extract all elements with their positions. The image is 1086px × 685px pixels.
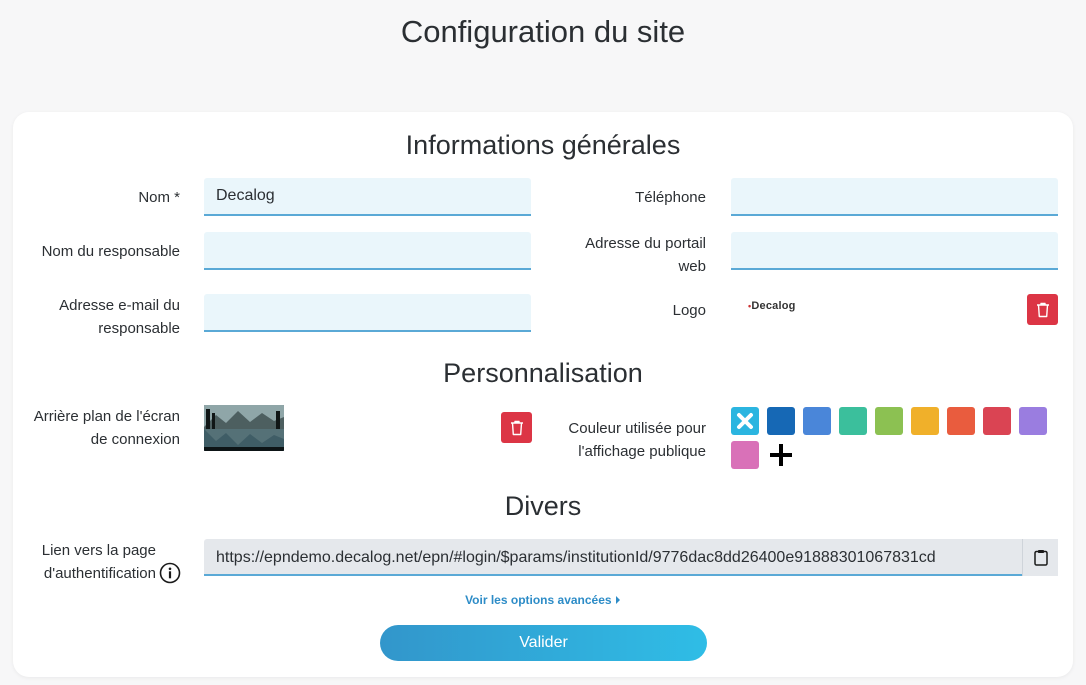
color-label: Couleur utilisée pour l'affichage publiq… (568, 420, 706, 460)
section-title-divers: Divers (504, 491, 582, 521)
link-label: Lien vers la page d'authentification (41, 542, 156, 582)
color-swatch[interactable] (803, 407, 831, 435)
delete-background-button[interactable] (501, 412, 532, 443)
plus-icon (770, 444, 792, 466)
color-swatch[interactable] (983, 407, 1011, 435)
telephone-label: Téléphone (635, 189, 706, 206)
telephone-input[interactable] (731, 178, 1058, 216)
delete-logo-button[interactable] (1027, 294, 1058, 325)
auth-link-field[interactable]: https://epndemo.decalog.net/epn/#login/$… (204, 539, 1058, 576)
x-icon (737, 413, 753, 429)
copy-link-button[interactable] (1022, 539, 1058, 576)
color-swatch[interactable] (875, 407, 903, 435)
section-title-personnalisation: Personnalisation (443, 358, 643, 388)
trash-icon (510, 420, 523, 435)
page-title: Configuration du site (400, 14, 686, 49)
background-label: Arrière plan de l'écran de connexion (33, 408, 180, 448)
portail-input[interactable] (731, 232, 1058, 270)
color-swatch[interactable] (731, 441, 759, 469)
advanced-options-link[interactable]: Voir les options avancées (0, 593, 1086, 607)
clipboard-icon (1033, 550, 1048, 566)
color-swatch[interactable] (1019, 407, 1047, 435)
trash-icon (1036, 302, 1049, 317)
responsable-input[interactable] (204, 232, 531, 270)
color-swatch[interactable] (839, 407, 867, 435)
logo-image: •Decalog (748, 300, 796, 312)
add-color-button[interactable] (766, 441, 796, 469)
logo-label: Logo (672, 302, 706, 319)
nom-input[interactable] (204, 178, 531, 216)
portail-label: Adresse du portail web (585, 235, 706, 275)
background-thumbnail (204, 405, 284, 451)
color-swatch[interactable] (767, 407, 795, 435)
color-swatch[interactable] (947, 407, 975, 435)
section-title-general: Informations générales (405, 130, 681, 160)
color-swatch[interactable] (911, 407, 939, 435)
email-input[interactable] (204, 294, 531, 332)
color-swatch[interactable] (731, 407, 759, 435)
caret-right-icon (615, 596, 620, 604)
submit-button[interactable]: Valider (380, 625, 707, 661)
email-label: Adresse e-mail du responsable (59, 297, 180, 337)
responsable-label: Nom du responsable (41, 243, 180, 260)
info-icon[interactable] (159, 562, 181, 584)
nom-label: Nom * (138, 189, 180, 206)
